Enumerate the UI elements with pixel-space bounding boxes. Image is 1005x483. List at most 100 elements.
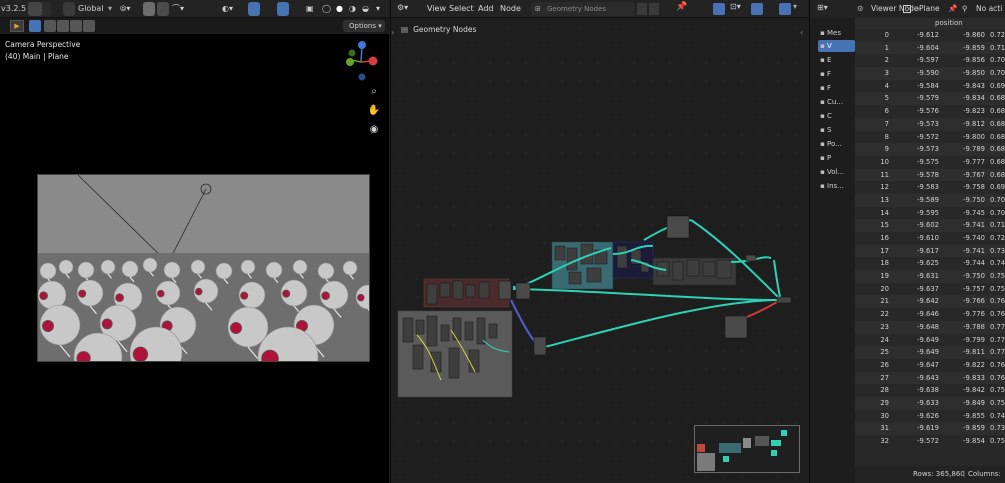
options-dropdown[interactable]: Options ▾ [343,20,385,32]
minimap[interactable] [694,425,800,473]
position-x-cell: -9.638 [917,386,939,395]
row-index: 3 [884,69,889,78]
position-x-cell: -9.619 [917,424,939,433]
dataset-item[interactable]: ▪ V [818,40,855,52]
dataset-item[interactable]: ▪ F [818,82,855,94]
position-y-cell: -9.776 [963,310,985,319]
position-x-cell: -9.625 [917,259,939,268]
position-y-cell: -9.766 [963,297,985,306]
select-subtract-icon[interactable] [57,20,69,32]
table-row: 27 -9.643 -9.833 0.764 [855,371,1005,385]
position-x-cell: -9.610 [917,234,939,242]
select-intersect-icon[interactable] [83,20,95,32]
position-x-cell: -9.576 [917,107,939,116]
pivot-icon[interactable]: ⦾▾ [120,2,130,16]
xray-icon[interactable]: ▣ [306,2,314,16]
spreadsheet-editor[interactable]: ⚙ Viewer Node › Plane 📌 ⚲ No acti positi… [855,0,1005,483]
dataset-item[interactable]: ▪ S [818,124,855,136]
shading-rendered-icon[interactable]: ◒ [362,2,369,16]
curve-icon: ▪ [820,98,825,106]
position-x-cell: -9.649 [917,348,939,357]
shading-wireframe-icon[interactable]: ◯ [322,2,331,16]
filter-icon[interactable]: ⚲ [962,2,968,16]
pin-object-icon[interactable]: 📌 [948,2,957,16]
row-index: 12 [880,183,889,192]
viewport-header: v3.2.5 Global ▾ ⦾▾ ⌒▾ ◐▾ ▣ ◯ ● ◑ ◒ ▾ [0,0,389,18]
position-column-header[interactable]: position [935,18,963,29]
select-invert-icon[interactable] [70,20,82,32]
dataset-item[interactable]: ▪ C [818,110,855,122]
table-row: 28 -9.638 -9.842 0.758 [855,384,1005,397]
pointcloud-icon: ▪ [820,140,825,148]
3d-viewport[interactable]: v3.2.5 Global ▾ ⦾▾ ⌒▾ ◐▾ ▣ ◯ ● ◑ ◒ ▾ ▶ O… [0,0,389,483]
camera-view-icon[interactable]: ◉ [367,123,381,137]
dataset-item[interactable]: ▪ Vol... [818,166,855,178]
version-label: v3.2.5 [1,4,27,13]
cursor-tool-icon[interactable]: ▶ [10,20,24,32]
position-z-cell: 0.693 [990,81,1005,90]
table-row: 31 -9.619 -9.859 0.735 [855,422,1005,435]
position-z-cell: 0.687 [990,94,1005,103]
dataset-item[interactable]: ▪ Po... [818,138,855,150]
snap-icon[interactable] [143,2,155,16]
position-x-cell: -9.631 [917,272,939,281]
position-x-cell: -9.646 [917,310,939,319]
zoom-icon[interactable]: ⌕ [367,85,381,99]
node-graph[interactable] [391,0,808,483]
snap-target-icon[interactable] [157,2,169,16]
position-y-cell: -9.833 [963,373,985,382]
position-y-cell: -9.811 [963,348,985,357]
row-index: 21 [880,297,889,306]
position-y-cell: -9.744 [963,259,985,268]
shading-solid-icon[interactable]: ● [336,2,343,16]
dataset-item[interactable]: ▪ F [818,68,855,80]
position-x-cell: -9.604 [917,43,939,52]
orientation-dropdown[interactable]: Global [78,2,104,16]
navigation-gizmo[interactable] [340,40,385,85]
proportional-edit-icon[interactable]: ⌒▾ [172,2,184,16]
position-z-cell: 0.726 [990,31,1005,39]
position-x-cell: -9.633 [917,398,939,407]
row-index: 31 [880,424,889,433]
position-z-cell: 0.771 [990,322,1005,331]
table-row: 1 -9.604 -9.859 0.717 [855,41,1005,55]
shading-options-icon[interactable]: ▾ [376,2,380,16]
spreadsheet-dataset-panel: ⊞▾ ▪ Mes ▪ V ▪ E ▪ F ▪ F ▪ Cu... ▪ C ▪ S ▪ Po... ▪ P ▪ Vol...… [809,0,855,483]
row-index: 20 [880,284,889,293]
dataset-item[interactable]: ▪ Mes [818,27,855,39]
spreadsheet-editor-icon[interactable]: ⊞▾ [817,3,828,12]
camera-view-label: Camera Perspective [5,40,81,49]
mode-icon[interactable] [28,2,42,16]
node-editor[interactable]: ⚙▾ View Select Add Node ⊞ Geometry Nodes… [390,0,808,483]
row-count: Rows: 365,860 [913,470,965,478]
dataset-item[interactable]: ▪ E [818,54,855,66]
dataset-item[interactable]: ▪ P [818,152,855,164]
visibility-icon[interactable]: ◐▾ [222,2,233,16]
shading-material-icon[interactable]: ◑ [349,2,356,16]
position-y-cell: -9.849 [963,398,985,407]
dataset-item-label: Vol... [827,168,845,176]
gizmo-toggle-icon[interactable] [248,2,260,16]
position-y-cell: -9.823 [963,107,985,116]
global-orientation-icon[interactable] [63,2,75,16]
position-x-cell: -9.573 [917,119,939,128]
dataset-item[interactable]: ▪ Cu... [818,96,855,108]
dataset-item[interactable]: ▪ Ins... [818,180,855,192]
table-row: 5 -9.579 -9.834 0.687 [855,92,1005,106]
overlay-toggle-icon[interactable] [277,2,289,16]
row-index: 23 [880,322,889,331]
position-z-cell: 0.735 [990,246,1005,255]
position-x-cell: -9.647 [917,360,939,369]
object-label[interactable]: Plane [919,2,940,16]
position-y-cell: -9.741 [963,221,985,230]
select-box-icon[interactable] [29,20,41,32]
position-x-cell: -9.626 [917,411,939,420]
row-index: 19 [880,272,889,281]
position-y-cell: -9.856 [963,56,985,65]
select-extend-icon[interactable] [44,20,56,32]
position-x-cell: -9.612 [917,31,939,39]
position-z-cell: 0.687 [990,170,1005,179]
chevron-down-icon[interactable]: ▾ [108,2,112,16]
viewer-node-label[interactable]: Viewer Node [871,2,918,16]
pan-hand-icon[interactable]: ✋ [367,104,381,118]
